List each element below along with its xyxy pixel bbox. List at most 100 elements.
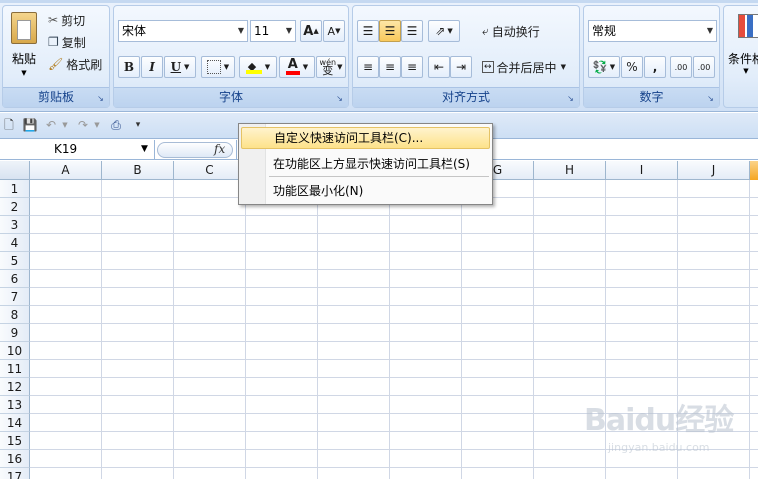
underline-button[interactable]: U ▼ <box>164 56 196 78</box>
column-header-h[interactable]: H <box>534 161 606 180</box>
accounting-format-button[interactable]: 💱 ▼ <box>588 56 620 78</box>
align-left-button[interactable]: ≡ <box>357 56 379 78</box>
comma-button[interactable]: , <box>644 56 666 78</box>
format-painter-button[interactable]: 🖌 格式刷 <box>47 54 109 74</box>
row-header-8[interactable]: 8 <box>0 306 30 324</box>
align-center-icon: ≡ <box>384 60 396 74</box>
wrap-text-button[interactable]: ⤶ 自动换行 <box>481 20 577 42</box>
row-header-13[interactable]: 13 <box>0 396 30 414</box>
save-icon[interactable]: 💾 <box>22 117 38 134</box>
menu-item-show-qat-above-ribbon[interactable]: 在功能区上方显示快速访问工具栏(S) <box>241 153 490 175</box>
chevron-down-icon[interactable]: ▼ <box>60 117 70 134</box>
currency-icon: 💱 <box>592 60 608 74</box>
row-header-16[interactable]: 16 <box>0 450 30 468</box>
borders-button[interactable]: ▼ <box>201 56 235 78</box>
conditional-format-label: 条件格 <box>728 52 758 66</box>
align-center-button[interactable]: ≡ <box>379 56 401 78</box>
align-right-button[interactable]: ≡ <box>401 56 423 78</box>
row-header-11[interactable]: 11 <box>0 360 30 378</box>
chevron-down-icon: ▼ <box>743 67 749 75</box>
dialog-launcher-icon[interactable]: ↘ <box>706 94 715 103</box>
chevron-down-icon[interactable]: ▼ <box>286 21 292 41</box>
dialog-launcher-icon[interactable]: ↘ <box>335 94 344 103</box>
menu-item-minimize-ribbon[interactable]: 功能区最小化(N) <box>241 180 490 202</box>
column-header-b[interactable]: B <box>102 161 174 180</box>
select-all-corner[interactable] <box>0 161 30 180</box>
scissors-icon: ✂ <box>48 13 59 27</box>
align-middle-icon: ☰ <box>384 24 396 38</box>
alignment-group: ☰ ☰ ☰ ⇗ ▼ ≡ ≡ ≡ ⇤ ⇥ ⤶ 自动换行 ↔ 合并后居中 ▼ 对齐方式… <box>352 5 580 108</box>
orientation-icon: ⇗ <box>435 24 446 38</box>
name-box[interactable]: K19 <box>0 140 155 159</box>
row-header-2[interactable]: 2 <box>0 198 30 216</box>
menu-item-customize-qat[interactable]: 自定义快速访问工具栏(C)... <box>241 127 490 149</box>
brush-icon: 🖌 <box>48 57 64 71</box>
row-header-9[interactable]: 9 <box>0 324 30 342</box>
align-middle-button[interactable]: ☰ <box>379 20 401 42</box>
row-header-1[interactable]: 1 <box>0 180 30 198</box>
chevron-down-icon[interactable]: ▼ <box>92 117 102 134</box>
shrink-font-button[interactable]: A ▼ <box>323 20 345 42</box>
decrease-indent-button[interactable]: ⇤ <box>428 56 450 78</box>
insert-function-icon[interactable]: fx <box>214 140 232 159</box>
font-name-combo[interactable]: 宋体 ▼ <box>118 20 248 42</box>
row-header-12[interactable]: 12 <box>0 378 30 396</box>
row-header-4[interactable]: 4 <box>0 234 30 252</box>
new-file-icon[interactable]: 🗋 <box>2 117 16 134</box>
chevron-down-icon[interactable]: ▼ <box>561 63 566 71</box>
dialog-launcher-icon[interactable]: ↘ <box>566 94 575 103</box>
increase-decimal-button[interactable]: .00 <box>670 56 692 78</box>
chevron-down-icon[interactable]: ▼ <box>141 140 153 159</box>
row-header-7[interactable]: 7 <box>0 288 30 306</box>
chevron-down-icon: ▼ <box>21 69 27 77</box>
phonetic-icon: wén 变 <box>319 57 337 77</box>
bold-button[interactable]: B <box>118 56 140 78</box>
print-preview-icon[interactable]: ⎙ <box>107 117 125 134</box>
gridline <box>317 180 318 479</box>
borders-icon <box>206 60 221 74</box>
row-header-5[interactable]: 5 <box>0 252 30 270</box>
ribbon: 粘贴 ▼ ✂ 剪切 ❐ 复制 🖌 格式刷 剪贴板 ↘ 宋体 ▼ 11 ▼ A▲ <box>0 0 758 112</box>
align-bottom-button[interactable]: ☰ <box>401 20 423 42</box>
ribbon-tab-strip <box>0 0 758 3</box>
paste-button[interactable]: 粘贴 ▼ <box>7 10 41 84</box>
font-size-combo[interactable]: 11 ▼ <box>250 20 296 42</box>
align-top-button[interactable]: ☰ <box>357 20 379 42</box>
row-header-3[interactable]: 3 <box>0 216 30 234</box>
merge-center-label: 合并后居中 <box>496 60 557 75</box>
dialog-launcher-icon[interactable]: ↘ <box>96 94 105 103</box>
gridline <box>30 323 758 324</box>
percent-button[interactable]: % <box>621 56 643 78</box>
column-header-c[interactable]: C <box>174 161 246 180</box>
font-name-value: 宋体 <box>122 24 147 38</box>
row-header-6[interactable]: 6 <box>0 270 30 288</box>
phonetic-button[interactable]: wén 变 ▼ <box>316 56 346 78</box>
copy-button[interactable]: ❐ 复制 <box>47 32 107 52</box>
font-color-button[interactable]: A ▼ <box>279 56 315 78</box>
customize-qat-icon[interactable]: ▾ <box>132 117 144 134</box>
chevron-down-icon[interactable]: ▼ <box>238 21 244 41</box>
row-header-15[interactable]: 15 <box>0 432 30 450</box>
row-header-10[interactable]: 10 <box>0 342 30 360</box>
italic-button[interactable]: I <box>141 56 163 78</box>
column-header-a[interactable]: A <box>30 161 102 180</box>
undo-icon[interactable]: ↶ <box>44 117 58 134</box>
increase-decimal-icon: .00 <box>674 62 688 72</box>
increase-indent-button[interactable]: ⇥ <box>450 56 472 78</box>
column-header-i[interactable]: I <box>606 161 678 180</box>
selected-column-header[interactable] <box>750 161 758 180</box>
chevron-down-icon[interactable]: ▼ <box>707 21 713 41</box>
conditional-format-button[interactable]: 条件格 ▼ <box>728 10 758 82</box>
number-format-combo[interactable]: 常规 ▼ <box>588 20 717 42</box>
column-header-j[interactable]: J <box>678 161 750 180</box>
redo-icon[interactable]: ↷ <box>76 117 90 134</box>
fill-color-button[interactable]: ◆ ▼ <box>239 56 277 78</box>
cut-button[interactable]: ✂ 剪切 <box>47 10 107 30</box>
gridline <box>245 180 246 479</box>
row-header-17[interactable]: 17 <box>0 468 30 479</box>
orientation-button[interactable]: ⇗ ▼ <box>428 20 460 42</box>
grow-font-button[interactable]: A ▲ <box>300 20 322 42</box>
merge-center-button[interactable]: ↔ 合并后居中 ▼ <box>481 56 577 78</box>
row-header-14[interactable]: 14 <box>0 414 30 432</box>
decrease-decimal-button[interactable]: .00 <box>693 56 715 78</box>
